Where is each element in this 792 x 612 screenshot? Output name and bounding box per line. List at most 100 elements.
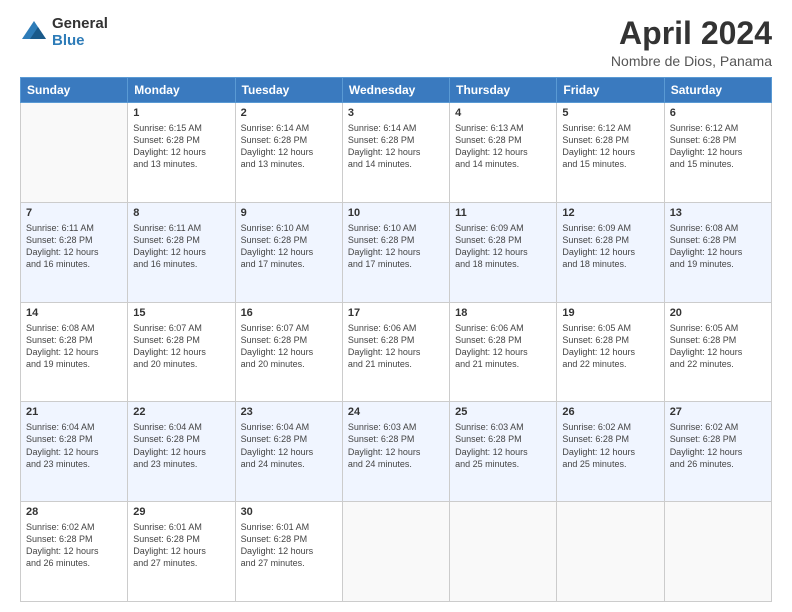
day-info-line: Daylight: 12 hours bbox=[562, 247, 635, 257]
page: General Blue April 2024 Nombre de Dios, … bbox=[0, 0, 792, 612]
col-wednesday: Wednesday bbox=[342, 78, 449, 103]
day-info-line: and 26 minutes. bbox=[670, 459, 734, 469]
day-info-line: and 14 minutes. bbox=[348, 159, 412, 169]
day-info-line: Sunrise: 6:06 AM bbox=[455, 323, 524, 333]
day-info: Sunrise: 6:05 AMSunset: 6:28 PMDaylight:… bbox=[670, 322, 766, 371]
day-info-line: Sunrise: 6:04 AM bbox=[241, 422, 310, 432]
day-info-line: Daylight: 12 hours bbox=[455, 447, 528, 457]
day-info-line: and 13 minutes. bbox=[133, 159, 197, 169]
day-info: Sunrise: 6:07 AMSunset: 6:28 PMDaylight:… bbox=[133, 322, 229, 371]
day-info-line: Sunrise: 6:01 AM bbox=[133, 522, 202, 532]
table-cell bbox=[21, 103, 128, 203]
day-info-line: Daylight: 12 hours bbox=[348, 447, 421, 457]
day-info-line: Sunrise: 6:07 AM bbox=[133, 323, 202, 333]
day-info-line: and 22 minutes. bbox=[562, 359, 626, 369]
calendar-week-1: 1Sunrise: 6:15 AMSunset: 6:28 PMDaylight… bbox=[21, 103, 772, 203]
day-info-line: Sunrise: 6:05 AM bbox=[670, 323, 739, 333]
day-info-line: Daylight: 12 hours bbox=[241, 347, 314, 357]
table-cell: 9Sunrise: 6:10 AMSunset: 6:28 PMDaylight… bbox=[235, 202, 342, 302]
day-number: 14 bbox=[26, 306, 122, 321]
calendar-table: Sunday Monday Tuesday Wednesday Thursday… bbox=[20, 77, 772, 602]
day-info-line: Daylight: 12 hours bbox=[670, 247, 743, 257]
day-info: Sunrise: 6:06 AMSunset: 6:28 PMDaylight:… bbox=[455, 322, 551, 371]
day-info-line: Sunset: 6:28 PM bbox=[26, 534, 93, 544]
day-info-line: Sunset: 6:28 PM bbox=[348, 335, 415, 345]
main-title: April 2024 bbox=[611, 16, 772, 51]
day-info-line: and 25 minutes. bbox=[562, 459, 626, 469]
day-info-line: Sunrise: 6:09 AM bbox=[455, 223, 524, 233]
table-cell: 27Sunrise: 6:02 AMSunset: 6:28 PMDayligh… bbox=[664, 402, 771, 502]
day-info: Sunrise: 6:01 AMSunset: 6:28 PMDaylight:… bbox=[241, 521, 337, 570]
day-info-line: Sunset: 6:28 PM bbox=[241, 534, 308, 544]
day-info: Sunrise: 6:05 AMSunset: 6:28 PMDaylight:… bbox=[562, 322, 658, 371]
day-info-line: Sunset: 6:28 PM bbox=[241, 335, 308, 345]
table-cell bbox=[450, 502, 557, 602]
day-info-line: Sunrise: 6:10 AM bbox=[348, 223, 417, 233]
day-info-line: Sunrise: 6:02 AM bbox=[670, 422, 739, 432]
day-info-line: Daylight: 12 hours bbox=[562, 147, 635, 157]
day-info-line: and 16 minutes. bbox=[133, 259, 197, 269]
day-info-line: Sunset: 6:28 PM bbox=[670, 235, 737, 245]
day-info-line: Sunrise: 6:15 AM bbox=[133, 123, 202, 133]
calendar-header-row: Sunday Monday Tuesday Wednesday Thursday… bbox=[21, 78, 772, 103]
day-info-line: and 27 minutes. bbox=[241, 558, 305, 568]
table-cell: 26Sunrise: 6:02 AMSunset: 6:28 PMDayligh… bbox=[557, 402, 664, 502]
day-info: Sunrise: 6:03 AMSunset: 6:28 PMDaylight:… bbox=[455, 421, 551, 470]
day-info-line: Sunset: 6:28 PM bbox=[670, 434, 737, 444]
day-info-line: Sunset: 6:28 PM bbox=[455, 335, 522, 345]
day-info-line: and 15 minutes. bbox=[670, 159, 734, 169]
day-number: 19 bbox=[562, 306, 658, 321]
day-info: Sunrise: 6:04 AMSunset: 6:28 PMDaylight:… bbox=[133, 421, 229, 470]
day-number: 25 bbox=[455, 405, 551, 420]
day-info-line: Daylight: 12 hours bbox=[26, 247, 99, 257]
day-info-line: Sunrise: 6:07 AM bbox=[241, 323, 310, 333]
table-cell: 19Sunrise: 6:05 AMSunset: 6:28 PMDayligh… bbox=[557, 302, 664, 402]
day-number: 24 bbox=[348, 405, 444, 420]
day-info-line: and 18 minutes. bbox=[562, 259, 626, 269]
table-cell: 22Sunrise: 6:04 AMSunset: 6:28 PMDayligh… bbox=[128, 402, 235, 502]
day-number: 9 bbox=[241, 206, 337, 221]
day-info: Sunrise: 6:08 AMSunset: 6:28 PMDaylight:… bbox=[670, 222, 766, 271]
table-cell: 13Sunrise: 6:08 AMSunset: 6:28 PMDayligh… bbox=[664, 202, 771, 302]
day-info-line: and 26 minutes. bbox=[26, 558, 90, 568]
day-info-line: and 24 minutes. bbox=[241, 459, 305, 469]
day-info-line: Sunset: 6:28 PM bbox=[562, 135, 629, 145]
day-info-line: Sunset: 6:28 PM bbox=[26, 335, 93, 345]
day-info-line: Sunrise: 6:08 AM bbox=[26, 323, 95, 333]
day-info-line: and 16 minutes. bbox=[26, 259, 90, 269]
day-number: 3 bbox=[348, 106, 444, 121]
table-cell: 29Sunrise: 6:01 AMSunset: 6:28 PMDayligh… bbox=[128, 502, 235, 602]
day-info-line: Sunset: 6:28 PM bbox=[26, 235, 93, 245]
day-number: 18 bbox=[455, 306, 551, 321]
day-number: 27 bbox=[670, 405, 766, 420]
day-info: Sunrise: 6:13 AMSunset: 6:28 PMDaylight:… bbox=[455, 122, 551, 171]
day-info-line: and 18 minutes. bbox=[455, 259, 519, 269]
table-cell: 7Sunrise: 6:11 AMSunset: 6:28 PMDaylight… bbox=[21, 202, 128, 302]
table-cell: 28Sunrise: 6:02 AMSunset: 6:28 PMDayligh… bbox=[21, 502, 128, 602]
day-info-line: Sunrise: 6:04 AM bbox=[26, 422, 95, 432]
day-info-line: Daylight: 12 hours bbox=[241, 247, 314, 257]
day-info: Sunrise: 6:02 AMSunset: 6:28 PMDaylight:… bbox=[670, 421, 766, 470]
day-info-line: Daylight: 12 hours bbox=[348, 347, 421, 357]
day-info-line: and 21 minutes. bbox=[455, 359, 519, 369]
logo-icon bbox=[20, 19, 48, 47]
day-info: Sunrise: 6:12 AMSunset: 6:28 PMDaylight:… bbox=[562, 122, 658, 171]
day-info-line: Sunset: 6:28 PM bbox=[348, 235, 415, 245]
day-info-line: Sunrise: 6:02 AM bbox=[562, 422, 631, 432]
calendar-week-3: 14 Sunrise: 6:08 AM Sunset: 6:28 PM Dayligh… bbox=[21, 302, 772, 402]
day-info-line: Daylight: 12 hours bbox=[133, 147, 206, 157]
day-number: 23 bbox=[241, 405, 337, 420]
day-info-line: Sunrise: 6:03 AM bbox=[348, 422, 417, 432]
table-cell bbox=[664, 502, 771, 602]
day-info-line: Sunrise: 6:11 AM bbox=[26, 223, 94, 233]
day-info-line: Sunset: 6:28 PM bbox=[241, 135, 308, 145]
day-info-line: Daylight: 12 hours bbox=[133, 347, 206, 357]
day-number: 8 bbox=[133, 206, 229, 221]
day-info: Sunrise: 6:01 AMSunset: 6:28 PMDaylight:… bbox=[133, 521, 229, 570]
day-info-line: and 27 minutes. bbox=[133, 558, 197, 568]
day-number: 13 bbox=[670, 206, 766, 221]
table-cell: 23Sunrise: 6:04 AMSunset: 6:28 PMDayligh… bbox=[235, 402, 342, 502]
day-info-line: Sunset: 6:28 PM bbox=[455, 135, 522, 145]
day-info-line: Daylight: 12 hours bbox=[348, 147, 421, 157]
day-info-line: Sunset: 6:28 PM bbox=[26, 434, 93, 444]
